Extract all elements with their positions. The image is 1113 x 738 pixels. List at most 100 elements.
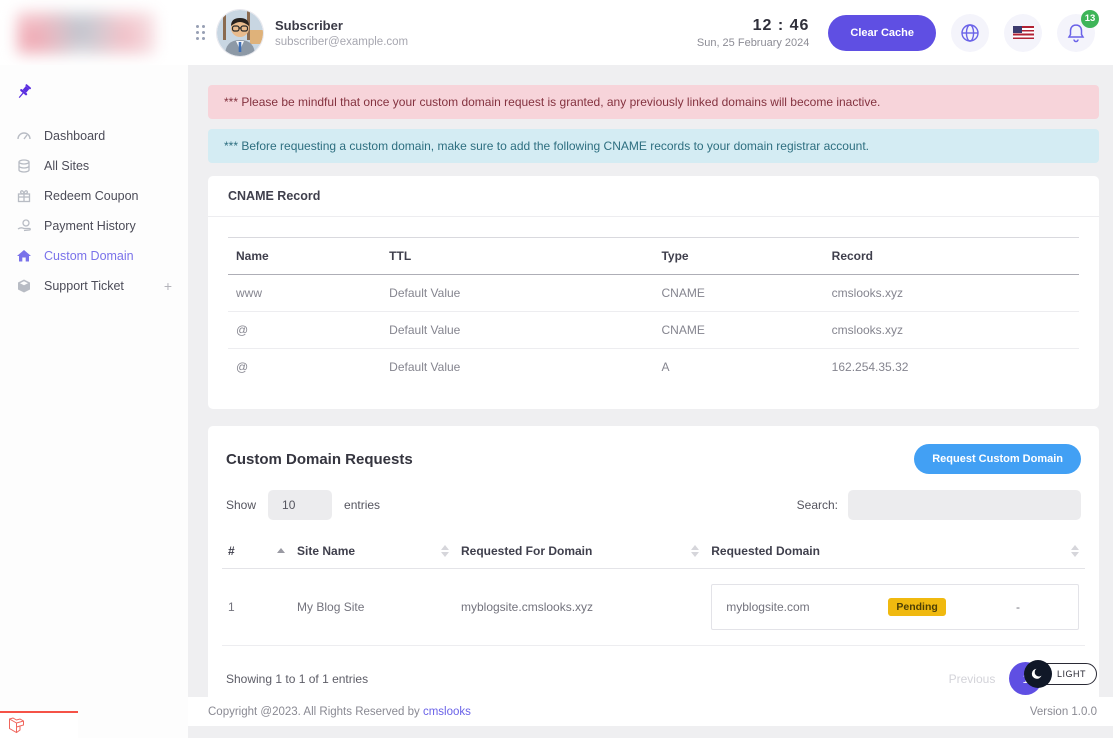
cell-name: @ — [228, 349, 381, 386]
avatar[interactable] — [217, 10, 263, 56]
cell-requested-for: myblogsite.cmslooks.xyz — [455, 569, 705, 646]
cell-type: A — [653, 349, 823, 386]
payment-icon — [16, 218, 32, 234]
status-badge: Pending — [888, 598, 945, 616]
page-length-control: Show 10 entries — [226, 490, 380, 520]
alert-danger: *** Please be mindful that once your cus… — [208, 85, 1099, 119]
sidebar-item-payment-history[interactable]: Payment History — [0, 211, 188, 241]
clear-cache-button[interactable]: Clear Cache — [828, 15, 936, 51]
user-meta: Subscriber subscriber@example.com — [275, 18, 408, 48]
requests-table: # Site Name Requested For Domain — [222, 534, 1085, 646]
locale-flag-button[interactable] — [1004, 14, 1042, 52]
drag-handle-icon[interactable] — [196, 25, 205, 40]
table-row: www Default Value CNAME cmslooks.xyz — [228, 275, 1079, 312]
sidebar-item-label: Redeem Coupon — [44, 189, 139, 203]
ticket-box-icon — [16, 278, 32, 294]
notification-count-badge: 13 — [1081, 10, 1099, 28]
logo-area — [0, 0, 188, 65]
brand-logo[interactable] — [16, 11, 156, 55]
requested-domain-box: myblogsite.com Pending - — [711, 584, 1079, 630]
sidebar-pin-icon[interactable] — [0, 83, 188, 105]
cell-site-name: My Blog Site — [291, 569, 455, 646]
requests-card-title: Custom Domain Requests — [226, 451, 413, 468]
theme-toggle[interactable]: LIGHT — [1024, 660, 1097, 688]
cell-name: www — [228, 275, 381, 312]
brand-link[interactable]: cmslooks — [423, 706, 471, 718]
action-dash: - — [1016, 600, 1020, 614]
sort-icon — [441, 545, 449, 557]
clock: 12 : 46 Sun, 25 February 2024 — [697, 17, 810, 49]
sidebar-item-custom-domain[interactable]: Custom Domain — [0, 241, 188, 271]
sidebar-item-support-ticket[interactable]: Support Ticket + — [0, 271, 188, 301]
cell-ttl: Default Value — [381, 275, 653, 312]
laravel-debugbar[interactable] — [0, 711, 78, 738]
request-custom-domain-button[interactable]: Request Custom Domain — [914, 444, 1081, 474]
cell-type: CNAME — [653, 275, 823, 312]
cell-record: cmslooks.xyz — [824, 275, 1079, 312]
cell-record: cmslooks.xyz — [824, 312, 1079, 349]
sidebar-item-label: Support Ticket — [44, 279, 124, 293]
sort-asc-icon — [277, 548, 285, 555]
footer: Copyright @2023. All Rights Reserved by … — [188, 697, 1113, 726]
laravel-icon — [8, 717, 25, 734]
cell-record: 162.254.35.32 — [824, 349, 1079, 386]
user-email: subscriber@example.com — [275, 36, 408, 48]
col-header-index[interactable]: # — [222, 534, 291, 569]
sites-stack-icon — [16, 158, 32, 174]
col-header-type: Type — [653, 238, 823, 275]
expand-plus-icon[interactable]: + — [164, 278, 172, 294]
cell-index: 1 — [222, 569, 291, 646]
home-icon — [16, 248, 32, 264]
us-flag-icon — [1013, 26, 1034, 39]
language-globe-button[interactable] — [951, 14, 989, 52]
table-row: @ Default Value CNAME cmslooks.xyz — [228, 312, 1079, 349]
version-label: Version 1.0.0 — [1030, 706, 1097, 718]
main-content: *** Please be mindful that once your cus… — [188, 65, 1113, 738]
sidebar-item-label: Custom Domain — [44, 249, 134, 263]
show-label: Show — [226, 498, 256, 512]
gift-icon — [16, 188, 32, 204]
page-length-select[interactable]: 10 — [268, 490, 332, 520]
col-header-name: Name — [228, 238, 381, 275]
notifications-button[interactable]: 13 — [1057, 14, 1095, 52]
table-row: @ Default Value A 162.254.35.32 — [228, 349, 1079, 386]
sidebar-item-label: Dashboard — [44, 129, 105, 143]
cname-table: Name TTL Type Record www Default Value C… — [228, 237, 1079, 385]
cname-card-title: CNAME Record — [208, 176, 1099, 217]
pagination-previous[interactable]: Previous — [949, 672, 996, 686]
sidebar-item-all-sites[interactable]: All Sites — [0, 151, 188, 181]
clock-time: 12 : 46 — [697, 17, 810, 35]
moon-icon — [1024, 660, 1052, 688]
sidebar-item-dashboard[interactable]: Dashboard — [0, 121, 188, 151]
requested-domain-value: myblogsite.com — [726, 600, 888, 614]
app-root: Subscriber subscriber@example.com 12 : 4… — [0, 0, 1113, 738]
col-header-site-name[interactable]: Site Name — [291, 534, 455, 569]
cell-name: @ — [228, 312, 381, 349]
sidebar-item-label: Payment History — [44, 219, 136, 233]
custom-domain-requests-card: Custom Domain Requests Request Custom Do… — [208, 426, 1099, 715]
sort-icon — [1071, 545, 1079, 557]
header-actions: 12 : 46 Sun, 25 February 2024 Clear Cach… — [697, 14, 1113, 52]
col-header-requested-for-domain[interactable]: Requested For Domain — [455, 534, 705, 569]
sidebar-item-redeem-coupon[interactable]: Redeem Coupon — [0, 181, 188, 211]
entries-label: entries — [344, 498, 380, 512]
cell-type: CNAME — [653, 312, 823, 349]
user-block: Subscriber subscriber@example.com — [188, 10, 408, 56]
alert-info: *** Before requesting a custom domain, m… — [208, 129, 1099, 163]
dashboard-icon — [16, 128, 32, 144]
search-input[interactable] — [848, 490, 1081, 520]
sidebar-item-label: All Sites — [44, 159, 89, 173]
col-header-requested-domain[interactable]: Requested Domain — [705, 534, 1085, 569]
user-name: Subscriber — [275, 18, 408, 33]
entries-summary: Showing 1 to 1 of 1 entries — [226, 672, 368, 686]
clock-date: Sun, 25 February 2024 — [697, 37, 810, 49]
sort-icon — [691, 545, 699, 557]
copyright: Copyright @2023. All Rights Reserved by … — [208, 706, 471, 718]
cell-ttl: Default Value — [381, 349, 653, 386]
search-label: Search: — [797, 498, 838, 512]
col-header-ttl: TTL — [381, 238, 653, 275]
top-header: Subscriber subscriber@example.com 12 : 4… — [0, 0, 1113, 65]
sidebar: Dashboard All Sites — [0, 65, 188, 738]
col-header-record: Record — [824, 238, 1079, 275]
cname-record-card: CNAME Record Name TTL Type Record — [208, 176, 1099, 409]
